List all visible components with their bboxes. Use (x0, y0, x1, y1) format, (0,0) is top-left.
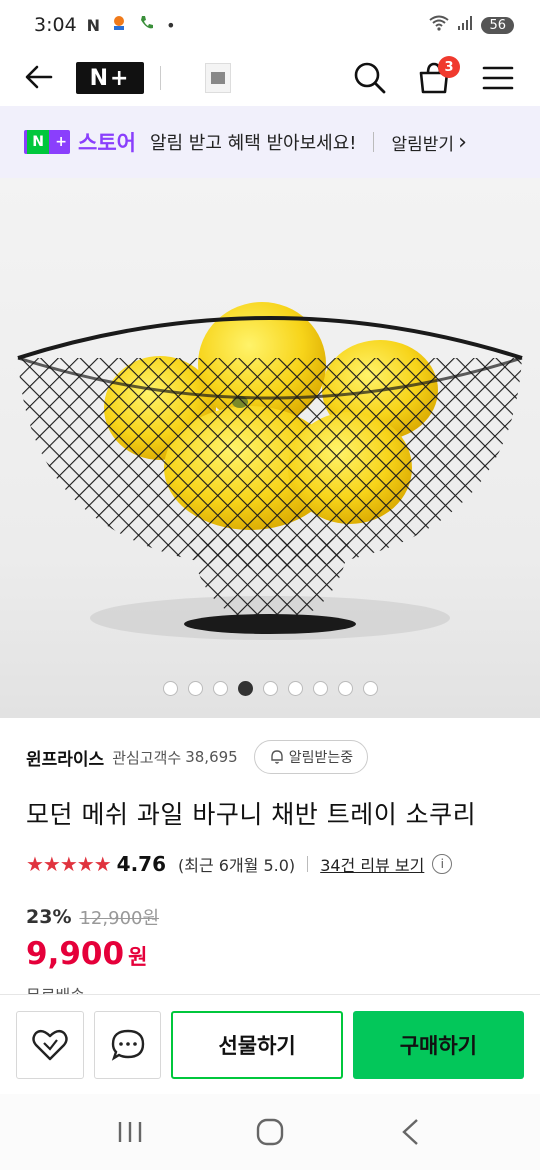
search-button[interactable] (352, 60, 388, 96)
gallery-dot[interactable] (212, 681, 228, 696)
alert-subscribe-link[interactable]: 알림받기 › (392, 130, 467, 155)
gallery-dot[interactable] (237, 681, 253, 696)
recent-rating: (최근 6개월 5.0) (178, 856, 296, 875)
recent-apps-button[interactable] (110, 1112, 150, 1152)
phone-icon (138, 14, 156, 36)
talk-inquiry-button[interactable] (93, 1010, 162, 1079)
gallery-dot[interactable] (187, 681, 203, 696)
naver-plus-logo[interactable]: N+ (76, 62, 144, 94)
battery-indicator: 56 (481, 16, 514, 34)
status-right: 56 (429, 14, 514, 36)
promo-message: 알림 받고 혜택 받아보세요! (149, 133, 357, 154)
heart-icon (32, 1029, 68, 1060)
wishlist-button[interactable] (16, 1010, 84, 1079)
gift-button[interactable]: 선물하기 (171, 1010, 343, 1079)
back-button[interactable] (24, 62, 56, 94)
naver-n-icon: N (86, 15, 101, 35)
gallery-dot[interactable] (287, 681, 303, 696)
home-button[interactable] (250, 1112, 290, 1152)
gallery-dot[interactable] (312, 681, 328, 696)
cart-count-badge: 3 (438, 56, 460, 78)
discount-rate: 23% (26, 906, 72, 928)
recent-apps-icon (118, 1122, 142, 1142)
home-icon (256, 1118, 284, 1146)
status-bar: 3:04 N • 56 (0, 0, 540, 50)
header-actions: 3 (352, 56, 516, 96)
sale-price: 9,900 (26, 936, 125, 972)
bottom-action-bar: 선물하기 구매하기 (0, 994, 540, 1094)
chevron-left-icon (402, 1119, 418, 1145)
rating-row: ★★★★★ 4.76 (최근 6개월 5.0) 34건 리뷰 보기 i (26, 852, 453, 876)
follower-count: 38,695 (185, 748, 238, 766)
status-left: 3:04 N • (34, 14, 176, 36)
badge-plus: + (55, 134, 67, 150)
dot-icon: • (166, 15, 176, 35)
naver-plus-badge: N + (24, 130, 70, 154)
badge-n: N (27, 130, 50, 154)
discount-row: 23% 12,900원 (26, 904, 159, 930)
system-back-button[interactable] (390, 1112, 430, 1152)
review-link[interactable]: 34건 리뷰 보기 (320, 852, 424, 876)
signal-icon (457, 14, 473, 36)
gallery-pagination (0, 681, 540, 696)
buy-button[interactable]: 구매하기 (352, 1010, 524, 1079)
bell-icon (271, 750, 283, 764)
seller-alert-label: 알림받는중 (288, 750, 354, 766)
hamburger-menu-icon (482, 66, 514, 90)
rating-divider (307, 856, 309, 872)
rating-value: 4.76 (116, 852, 167, 876)
chevron-right-icon: › (458, 129, 467, 155)
fruit-basket-image (17, 302, 523, 640)
shipping-info: 무료배송 (26, 982, 85, 994)
promo-divider (372, 132, 374, 152)
rating-stars-icon: ★★★★★ (26, 852, 112, 876)
alert-subscribe-label: 알림받기 (391, 134, 455, 155)
original-price: 12,900원 (79, 908, 160, 929)
arrow-left-icon (25, 65, 53, 89)
follower-label: 관심고객수 (112, 748, 182, 767)
search-icon (354, 62, 386, 94)
promo-banner[interactable]: N + 스토어 알림 받고 혜택 받아보세요! 알림받기 › (0, 106, 540, 178)
chat-bubble-icon (111, 1029, 144, 1061)
wifi-icon (429, 14, 450, 36)
product-title: 모던 메쉬 과일 바구니 채반 트레이 소쿠리 (26, 800, 477, 829)
seller-alert-button[interactable]: 알림받는중 (253, 740, 369, 774)
gallery-dot[interactable] (262, 681, 278, 696)
seller-info: 윈프라이스 관심고객수 38,695 알림받는중 (26, 737, 516, 777)
system-nav-bar (0, 1094, 540, 1170)
gallery-dot[interactable] (162, 681, 178, 696)
store-logo-icon[interactable] (205, 63, 231, 93)
header-divider (160, 66, 161, 90)
gallery-dot[interactable] (337, 681, 353, 696)
gallery-dot[interactable] (362, 681, 378, 696)
price-row: 9,900 원 (26, 936, 147, 972)
price-unit: 원 (128, 945, 148, 969)
menu-button[interactable] (480, 60, 516, 96)
top-header: N+ 3 (0, 50, 540, 106)
product-image-gallery[interactable] (0, 178, 540, 718)
status-time: 3:04 (34, 14, 77, 36)
cart-button[interactable]: 3 (416, 56, 460, 96)
promo-store-label: 스토어 (78, 131, 136, 155)
info-icon[interactable]: i (432, 854, 453, 874)
seller-name-link[interactable]: 윈프라이스 (26, 745, 104, 770)
location-icon (110, 14, 128, 36)
